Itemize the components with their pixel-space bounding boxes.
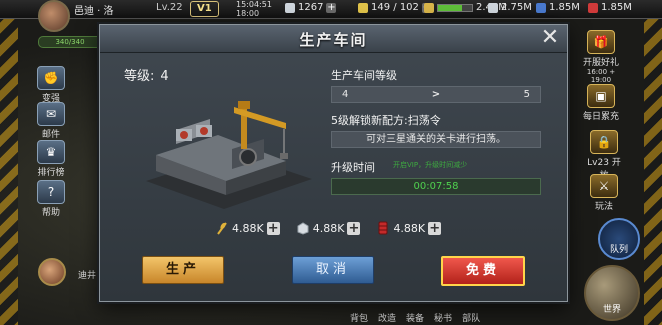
- ammo-icon: [588, 2, 598, 13]
- add-food-button[interactable]: +: [266, 221, 280, 235]
- oil-icon: [536, 2, 546, 13]
- cost-value: 4.88K: [393, 221, 426, 235]
- player-avatar[interactable]: [38, 0, 70, 32]
- fist-icon: ✊: [37, 66, 65, 90]
- workshop-dialog: 生产车间 ✕ 等级: 4 生产车间等级 4 > 5 5级解锁新配方:扫荡令 可对…: [99, 24, 568, 302]
- level-value: 4: [160, 69, 169, 84]
- crossed-swords-icon: ⚔: [590, 174, 618, 198]
- team-button[interactable]: 队列: [598, 218, 640, 260]
- nav-secretary[interactable]: 秘书: [434, 311, 452, 325]
- hazard-stripe-right: [644, 0, 662, 325]
- clock-sub: 18:00: [236, 9, 260, 18]
- resource-diamond: 1267 +: [285, 2, 337, 13]
- resource-oil: 1.85M: [536, 2, 580, 13]
- close-icon[interactable]: ✕: [539, 27, 561, 49]
- vip-time-hint: 开启VIP，升级时间减少: [393, 161, 468, 169]
- nav-equipment[interactable]: 装备: [406, 311, 424, 325]
- dialog-title: 生产车间: [299, 31, 368, 49]
- resource-stamina: 149 / 102 +: [358, 2, 432, 13]
- upgrade-time-value: 00:07:58: [331, 178, 541, 195]
- current-level: 等级: 4: [124, 65, 169, 84]
- power-pill: 340/340: [38, 36, 102, 48]
- produce-button[interactable]: 生产: [142, 256, 224, 284]
- level-from: 4: [342, 89, 349, 100]
- add-oil-button[interactable]: +: [428, 221, 442, 235]
- resource-steel: 2.75M: [488, 2, 532, 13]
- chevron-right-icon: >: [431, 89, 441, 100]
- player2-name: 迪井: [78, 271, 97, 281]
- nav-bag[interactable]: 背包: [350, 311, 368, 325]
- menu-server-gift[interactable]: 🎁 开服好礼 16:00 + 19:00: [578, 30, 624, 84]
- world-map-button[interactable]: 世界: [584, 265, 640, 321]
- chest-icon: ▣: [587, 84, 615, 108]
- cost-steel: 4.88K +: [296, 221, 361, 235]
- upgrade-time-label: 升级时间 开启VIP，升级时间减少: [331, 161, 468, 174]
- gift-icon: 🎁: [587, 30, 615, 54]
- unlock-description: 可对三星通关的关卡进行扫荡。: [331, 131, 541, 148]
- level-progress-row: 4 > 5: [331, 86, 541, 103]
- wheat-icon: [424, 2, 434, 13]
- trophy-icon: ♛: [37, 140, 65, 164]
- clock: 15:04:51 18:00: [236, 0, 272, 18]
- menu-ranking[interactable]: ♛ 排行榜: [34, 140, 68, 178]
- resource-value: 149 / 102: [371, 2, 419, 13]
- help-icon: ?: [37, 180, 65, 204]
- free-upgrade-button[interactable]: 免费: [441, 256, 525, 286]
- menu-help[interactable]: ? 帮助: [34, 180, 68, 218]
- resource-value: 2.75M: [501, 2, 532, 13]
- lock-icon: 🔒: [590, 130, 618, 154]
- stamina-icon: [358, 2, 368, 13]
- player-name: 邑迪 · 洛: [74, 6, 114, 17]
- cost-value: 4.88K: [312, 221, 345, 235]
- cancel-button[interactable]: 取消: [292, 256, 374, 284]
- top-hud: 邑迪 · 洛 Lv.22 V1 15:04:51 18:00 1267 + 14…: [0, 0, 662, 32]
- menu-daily-recharge[interactable]: ▣ 每日累充: [578, 84, 624, 122]
- hazard-stripe-left: [0, 0, 18, 325]
- clock-time: 15:04:51: [236, 0, 272, 9]
- steel-icon: [297, 222, 309, 235]
- menu-gameplay[interactable]: ⚔ 玩法: [584, 174, 624, 212]
- upgrade-label: 生产车间等级: [331, 69, 397, 82]
- upgrade-costs: 4.88K + 4.88K + 4.88K +: [215, 221, 442, 235]
- resource-value: 1.85M: [549, 2, 580, 13]
- food-bar: [437, 3, 473, 12]
- steel-icon: [488, 2, 498, 13]
- unlock-text: 5级解锁新配方:扫荡令: [331, 114, 441, 127]
- menu-stronger[interactable]: ✊ 变强: [34, 66, 68, 104]
- level-to: 5: [523, 89, 530, 100]
- player-level: Lv.22: [156, 2, 183, 13]
- oil-barrel-icon: [378, 221, 388, 235]
- game-screen: 邑迪 · 洛 Lv.22 V1 15:04:51 18:00 1267 + 14…: [0, 0, 662, 325]
- vip-badge[interactable]: V1: [190, 1, 219, 17]
- mail-icon: ✉: [37, 102, 65, 126]
- diamond-icon: [285, 2, 295, 13]
- nav-troops[interactable]: 部队: [462, 311, 480, 325]
- bottom-nav: 背包 改造 装备 秘书 部队: [340, 311, 592, 325]
- add-diamond-button[interactable]: +: [326, 2, 337, 13]
- level-label: 等级:: [124, 69, 155, 84]
- cost-food: 4.88K +: [215, 221, 280, 235]
- resource-value: 1.85M: [601, 2, 632, 13]
- resource-value: 1267: [298, 2, 324, 13]
- wheat-icon: [217, 222, 227, 235]
- resource-ammo: 1.85M: [588, 2, 632, 13]
- factory-illustration: [146, 101, 312, 209]
- cost-oil: 4.88K +: [376, 221, 442, 235]
- dialog-titlebar: 生产车间 ✕: [100, 25, 567, 53]
- upgrade-info: 生产车间等级 4 > 5 5级解锁新配方:扫荡令 可对三星通关的关卡进行扫荡。 …: [331, 67, 541, 195]
- add-steel-button[interactable]: +: [347, 221, 361, 235]
- menu-mail[interactable]: ✉ 邮件: [34, 102, 68, 140]
- nav-modify[interactable]: 改造: [378, 311, 396, 325]
- player2-avatar[interactable]: [38, 258, 66, 286]
- cost-value: 4.88K: [232, 221, 264, 235]
